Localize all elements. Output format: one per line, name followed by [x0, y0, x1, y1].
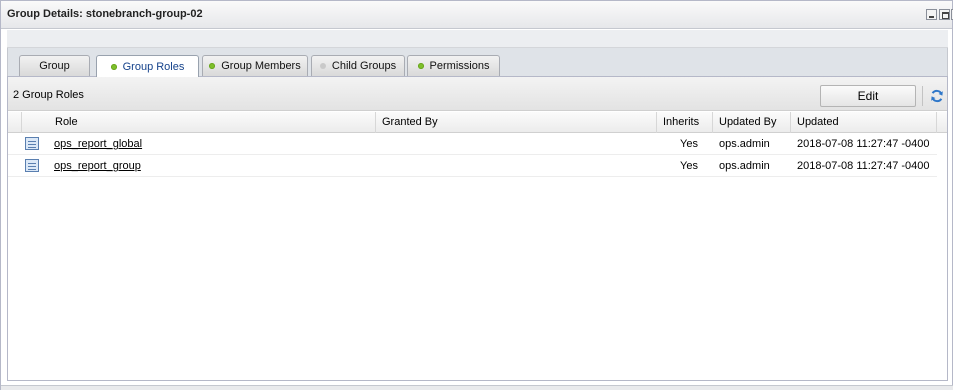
updated-cell: 2018-07-08 11:27:47 -0400 — [797, 160, 930, 172]
maximize-icon[interactable] — [939, 9, 950, 20]
role-link[interactable]: ops_report_group — [54, 156, 141, 177]
tab-label: Group Members — [221, 60, 301, 72]
inherits-cell: Yes — [680, 138, 698, 150]
grid-column-headers: Role Granted By Inherits Updated By Upda… — [8, 112, 947, 133]
role-link[interactable]: ops_report_global — [54, 134, 142, 155]
edit-button[interactable]: Edit — [820, 85, 916, 107]
tab-child-groups[interactable]: Child Groups — [311, 55, 405, 76]
grid-toolbar: 2 Group Roles Edit — [8, 77, 947, 111]
status-dot-icon — [417, 63, 424, 69]
tab-label: Group Roles — [122, 60, 185, 73]
tab-label: Child Groups — [331, 60, 397, 72]
tab-group-roles[interactable]: Group Roles — [96, 55, 199, 77]
tab-label: Group — [39, 60, 70, 72]
column-header-updated[interactable]: Updated — [791, 112, 937, 133]
updated-by-cell: ops.admin — [719, 160, 770, 172]
status-dot-icon — [110, 63, 117, 70]
tab-group[interactable]: Group — [19, 55, 90, 76]
window-title: Group Details: stonebranch-group-02 — [7, 8, 203, 20]
tab-permissions[interactable]: Permissions — [407, 55, 500, 76]
tab-label: Permissions — [429, 60, 490, 72]
window-toolstrip — [7, 30, 948, 48]
role-record-icon — [25, 159, 39, 172]
updated-by-cell: ops.admin — [719, 138, 770, 150]
column-header-updated-by[interactable]: Updated By — [713, 112, 791, 133]
column-header-granted-by[interactable]: Granted By — [376, 112, 657, 133]
group-roles-panel: 2 Group Roles Edit Role Granted By Inher… — [7, 76, 948, 381]
role-record-icon — [25, 137, 39, 150]
window-titlebar[interactable]: Group Details: stonebranch-group-02 — [1, 1, 953, 29]
refresh-icon[interactable] — [930, 89, 944, 103]
status-dot-icon — [209, 63, 216, 69]
group-details-window: Group Details: stonebranch-group-02 Grou… — [0, 0, 953, 390]
record-count: 2 Group Roles — [13, 89, 84, 101]
toolbar-divider — [922, 86, 923, 106]
window-bottom-border — [1, 385, 953, 390]
table-row[interactable]: ops_report_group Yes ops.admin 2018-07-0… — [8, 156, 937, 177]
column-header-role[interactable]: Role — [49, 112, 376, 133]
inherits-cell: Yes — [680, 160, 698, 172]
column-header-inherits[interactable]: Inherits — [657, 112, 713, 133]
status-dot-icon — [319, 63, 326, 69]
tab-group-members[interactable]: Group Members — [202, 55, 308, 76]
table-row[interactable]: ops_report_global Yes ops.admin 2018-07-… — [8, 134, 937, 155]
updated-cell: 2018-07-08 11:27:47 -0400 — [797, 138, 930, 150]
column-header-icon — [8, 112, 22, 133]
tab-bar: Group Group Roles Group Members Child Gr… — [7, 48, 948, 77]
minimize-icon[interactable] — [926, 9, 937, 20]
